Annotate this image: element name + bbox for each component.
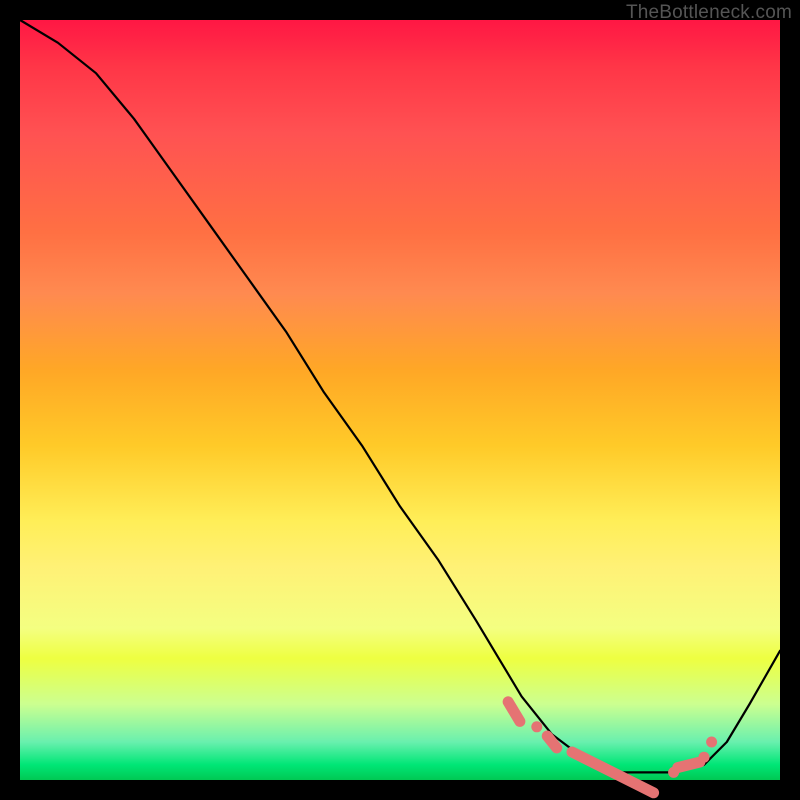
bottleneck-curve — [20, 20, 780, 772]
curve-markers — [508, 702, 717, 793]
plot-area — [20, 20, 780, 780]
chart-frame: TheBottleneck.com — [0, 0, 800, 800]
curve-svg — [20, 20, 780, 780]
marker-pill — [508, 702, 520, 722]
marker-dot — [531, 721, 542, 732]
marker-pill — [678, 762, 700, 768]
marker-dot — [699, 752, 710, 763]
marker-pill — [547, 736, 556, 748]
marker-dot — [706, 737, 717, 748]
